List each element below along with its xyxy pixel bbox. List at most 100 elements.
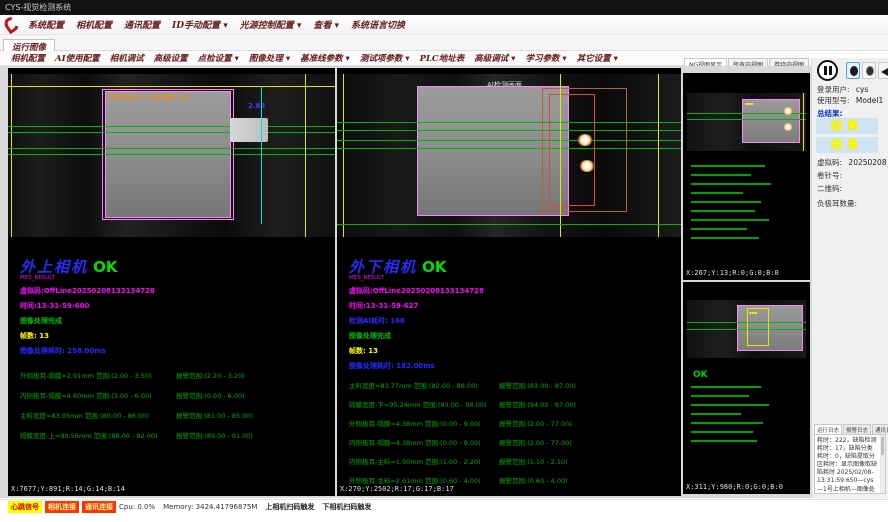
measurement-row: 隔膜宽度-下=95.24mm 范围:(93.00 - 98.00) 报警范围:(… <box>349 399 659 409</box>
toolbar-item[interactable]: PLC地址表 <box>415 51 470 65</box>
control-panel: 登录用户: cys 使用型号: Model1 总结果: 结果 结果 虚拟码: 2… <box>811 58 888 498</box>
overlay-line <box>337 224 681 225</box>
toolbar-item[interactable]: 学习参数 ▾ <box>520 51 571 65</box>
virtual-code-row: 虚拟码: 20250208 <box>817 157 887 168</box>
overlay-mini-label: ▪▪▪ <box>749 310 757 315</box>
overlay-line <box>8 86 335 87</box>
lower-camera-image[interactable]: AI检测画面 <box>337 74 681 237</box>
lower-camera-trigger[interactable]: 下相机扫码触发 <box>322 502 371 512</box>
negative-tab-count-label: 负极耳数量: <box>817 198 857 209</box>
upper-camera-results: 外上相机 OK MES_RESULT 虚拟码:OffLine2025020813… <box>20 256 330 450</box>
log-scrollbar[interactable] <box>880 435 885 493</box>
time-line: 时间:13-31-59-600 <box>20 301 330 311</box>
ng-top-log-lines <box>691 165 771 246</box>
overlay-line <box>8 148 335 149</box>
alarm-range: 报警范围:(2.20 - 3.20) <box>176 370 245 380</box>
overlay-line <box>658 74 659 237</box>
time-line: 时间:13-31-59-627 <box>349 301 659 311</box>
ng-top-image[interactable]: ▪▪▪ <box>687 93 806 151</box>
toolbar-item[interactable]: AI使用配置 <box>50 51 105 65</box>
measure-value: 内侧极耳-主料=1.90mm 范围:(1.00 - 2.20) <box>349 456 499 466</box>
statusbar: 心跳信号 相机连接 通讯连接 Cpu: 0.0% Memory: 3424.41… <box>0 499 888 513</box>
alarm-range: 报警范围:(89.00 - 91.00) <box>176 430 253 440</box>
ng-ok-label: OK <box>693 370 708 380</box>
ng-bottom-log-lines <box>691 386 769 449</box>
done-line: 图像处理完成 <box>20 316 330 326</box>
toolbar-item[interactable]: 点检设置 ▾ <box>193 51 244 65</box>
toolbar-item[interactable]: 基准线参数 ▾ <box>295 51 355 65</box>
overlay-mini-label: ▪▪▪ <box>745 101 753 106</box>
measurement-row: 隔膜宽度-上=90.56mm 范围:(88.00 - 92.00) 报警范围:(… <box>20 430 330 440</box>
alarm-range: 报警范围:(0.00 - 6.00) <box>176 390 245 400</box>
menu-item[interactable]: 系统配置 <box>22 16 70 33</box>
virtual-code-value: 20250208 <box>848 158 886 167</box>
elapsed-line: 图像处理耗时: 182.00ms <box>349 361 659 371</box>
memory-usage: Memory: 3424.41796875M <box>163 503 257 511</box>
pause-button[interactable] <box>817 60 838 81</box>
barcode-line: 虚拟码:OffLine20250208133134728 <box>349 286 659 296</box>
menu-item[interactable]: ID手动配置 ▾ <box>166 16 234 33</box>
camera-status: OK <box>422 258 446 276</box>
alarm-range: 报警范围:(81.00 - 85.00) <box>176 410 253 420</box>
toolbar-item[interactable]: 测试项参数 ▾ <box>355 51 415 65</box>
measurement-row: 外侧极耳-隔膜=4.38mm 范围:(0.00 - 9.00) 报警范围:(2.… <box>349 418 659 428</box>
heartbeat-badge: 心跳信号 <box>8 501 42 513</box>
model-label: 使用型号: <box>817 96 850 105</box>
overlay-line <box>803 93 804 151</box>
window-title: CYS-视觉检测系统 <box>5 3 71 12</box>
overlay-line <box>687 119 806 120</box>
menu-item[interactable]: 光源控制配置 ▾ <box>234 16 308 33</box>
log-output[interactable]: 耗时：222，缺陷检测耗时：17，缺陷分类耗时：0，缺陷提取分区耗时：显示图像取… <box>814 434 886 494</box>
overlay-line <box>261 86 262 224</box>
model-row: 使用型号: Model1 <box>817 95 883 106</box>
menu-item[interactable]: 查看 ▾ <box>307 16 345 33</box>
upper-camera-panel: 灰度阈值:93, 动态阈值:100 2.88 外上相机 OK MES_RESUL… <box>8 68 335 496</box>
login-user-label: 登录用户: <box>817 85 850 94</box>
menu-items: 系统配置相机配置通讯配置ID手动配置 ▾光源控制配置 ▾查看 ▾系统语言切换 <box>22 16 411 33</box>
tabstrip: 运行图像 <box>0 35 888 51</box>
menu-item[interactable]: 系统语言切换 <box>345 16 411 33</box>
app-logo-icon <box>2 15 21 35</box>
lens-icon <box>850 66 858 76</box>
done-line: 图像处理完成 <box>349 331 659 341</box>
toolbar-item[interactable]: 图像处理 ▾ <box>244 51 295 65</box>
result-box-upper: 结果 <box>816 118 878 134</box>
overlay-line <box>8 126 335 127</box>
alarm-range: 报警范围:(2.00 - 77.00) <box>499 437 572 447</box>
lower-camera-results: 外下相机 OK MES_RESULT 虚拟码:OffLine2025020813… <box>349 256 659 494</box>
virtual-code-label: 虚拟码: <box>817 158 842 167</box>
toolbar-item[interactable]: 其它设置 ▾ <box>572 51 623 65</box>
measure-value: 外侧极耳-隔膜=2.91mm 范围:(2.00 - 3.50) <box>20 370 176 380</box>
camera-status: OK <box>93 258 117 276</box>
camera-connect-badge: 相机连接 <box>45 501 79 513</box>
upper-camera-image[interactable]: 灰度阈值:93, 动态阈值:100 2.88 <box>8 74 335 237</box>
defect-box <box>549 94 595 206</box>
record-button[interactable] <box>862 62 876 79</box>
menu-item[interactable]: 相机配置 <box>70 16 118 33</box>
cursor-coords: X:270;Y:2502;R:17;G:17;B:17 <box>340 485 454 493</box>
alarm-range: 报警范围:(2.00 - 77.00) <box>499 418 572 428</box>
overlay-line <box>8 132 335 133</box>
camera-title: 外上相机 <box>20 258 88 276</box>
measurement-list: 主料宽度=83.77mm 范围:(82.00 - 88.00) 报警范围:(83… <box>349 380 659 485</box>
login-user-value: cys <box>856 85 868 94</box>
ng-bottom-image[interactable]: ▪▪▪ <box>687 300 806 358</box>
cpu-usage: Cpu: 0.0% <box>119 503 155 511</box>
measure-value: 外侧极耳-主料=2.61mm 范围:(0.60 - 4.00) <box>349 475 499 485</box>
toolbar-item[interactable]: 高级调试 ▾ <box>469 51 520 65</box>
announce-button[interactable] <box>878 62 888 79</box>
ng-top-view-panel: ▪▪▪ X:267;Y:13;R:0;G:0;B:0 <box>683 73 810 280</box>
toolbar-item[interactable]: 相机配置 <box>6 51 50 65</box>
toolbar-item[interactable]: 高级设置 <box>149 51 193 65</box>
titlebar: CYS-视觉检测系统 <box>0 0 888 15</box>
menu-item[interactable]: 通讯配置 <box>118 16 166 33</box>
overlay-line <box>337 140 681 141</box>
comm-connect-badge: 通讯连接 <box>82 501 116 513</box>
measure-value: 隔膜宽度-上=90.56mm 范围:(88.00 - 92.00) <box>20 430 176 440</box>
camera-lens-button[interactable] <box>846 62 860 79</box>
overlay-line <box>337 130 681 131</box>
ng-bottom-view-panel: ▪▪▪ OK X:311;Y:980;R:0;G:0;B:0 <box>683 282 810 494</box>
toolbar-item[interactable]: 相机调试 <box>105 51 149 65</box>
upper-camera-trigger[interactable]: 上相机扫码触发 <box>265 502 314 512</box>
model-value[interactable]: Model1 <box>856 96 883 105</box>
